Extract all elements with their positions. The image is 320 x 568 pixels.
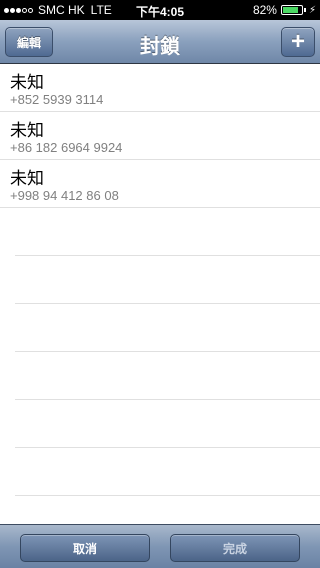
contact-number: +998 94 412 86 08 <box>10 188 119 203</box>
list-item[interactable]: 未知 +998 94 412 86 08 <box>0 160 320 208</box>
contact-number: +852 5939 3114 <box>10 92 104 107</box>
list-item[interactable]: 未知 +852 5939 3114 <box>0 64 320 112</box>
empty-row <box>15 304 320 352</box>
battery-percent: 82% <box>252 3 277 17</box>
charging-icon: ⚡ <box>308 4 316 16</box>
page-title: 封鎖 <box>140 36 180 58</box>
add-button[interactable]: + <box>281 27 315 57</box>
battery-icon <box>280 5 303 15</box>
status-right: 82% ⚡ <box>253 3 316 17</box>
empty-row <box>15 256 320 304</box>
list-item[interactable]: 未知 +86 182 6964 9924 <box>0 112 320 160</box>
empty-row <box>15 448 320 496</box>
contact-name: 未知 <box>10 121 44 140</box>
contact-name: 未知 <box>10 169 44 188</box>
battery-tip <box>303 8 306 12</box>
empty-row <box>15 352 320 400</box>
navigation-bar: 編輯 封鎖 + <box>0 20 320 64</box>
edit-button[interactable]: 編輯 <box>5 27 53 57</box>
status-bar: SMC HK LTE 下午4:05 82% ⚡ <box>0 0 320 20</box>
cancel-button[interactable]: 取消 <box>20 534 150 562</box>
blocked-list: 未知 +852 5939 3114 未知 +86 182 6964 9924 未… <box>0 64 320 524</box>
empty-row <box>15 208 320 256</box>
contact-name: 未知 <box>10 73 44 92</box>
battery-level <box>282 7 298 13</box>
empty-row <box>15 400 320 448</box>
done-button[interactable]: 完成 <box>170 534 300 562</box>
bottom-toolbar: 取消 完成 <box>0 524 320 568</box>
contact-number: +86 182 6964 9924 <box>10 140 123 155</box>
